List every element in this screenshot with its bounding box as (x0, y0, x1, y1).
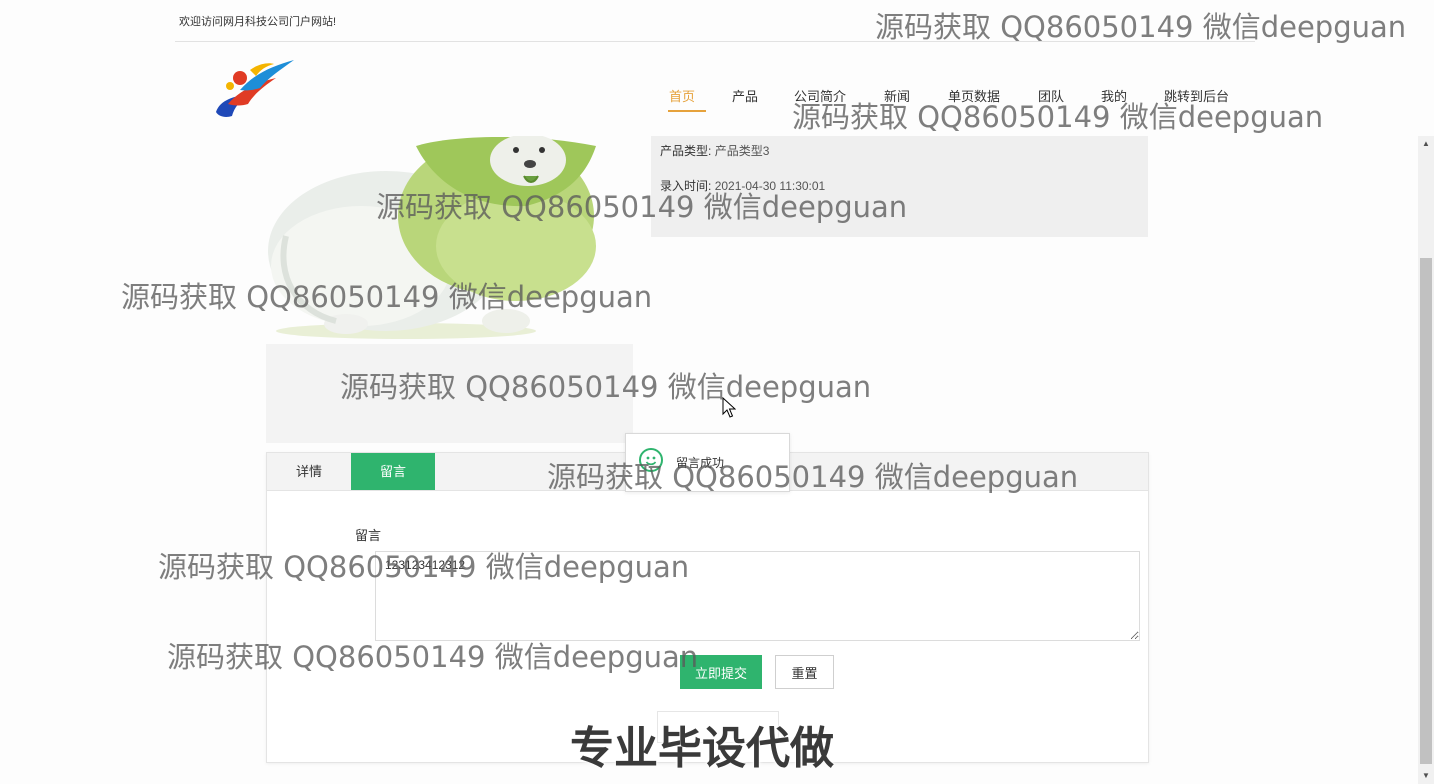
entry-time-row: 录入时间: 2021-04-30 11:30:01 (660, 177, 825, 194)
nav-products[interactable]: 产品 (732, 86, 758, 105)
success-toast: 留言成功 (625, 433, 790, 492)
message-label: 留言 (355, 528, 382, 543)
video-caption: 专业毕设代做 (570, 723, 834, 774)
image-thumbnail-strip (266, 344, 633, 443)
vertical-scrollbar[interactable]: ▲ ▼ (1418, 136, 1434, 784)
mouse-cursor-icon (722, 397, 736, 418)
product-image (268, 136, 596, 339)
product-info: 产品类型: 产品类型3 录入时间: 2021-04-30 11:30:01 (651, 136, 1148, 237)
company-logo[interactable] (210, 56, 296, 122)
nav-single-page[interactable]: 单页数据 (948, 86, 1000, 105)
nav-admin[interactable]: 跳转到后台 (1164, 86, 1229, 105)
scroll-up-arrow-icon[interactable]: ▲ (1418, 136, 1434, 152)
submit-button[interactable]: 立即提交 (680, 655, 762, 689)
entry-time-label: 录入时间: (660, 179, 712, 193)
nav-home[interactable]: 首页 (669, 86, 695, 105)
nav-team[interactable]: 团队 (1038, 86, 1064, 105)
product-type-row: 产品类型: 产品类型3 (660, 142, 769, 159)
entry-time-value: 2021-04-30 11:30:01 (714, 179, 826, 193)
welcome-text: 欢迎访问网月科技公司门户网站! (179, 16, 337, 28)
reset-button[interactable]: 重置 (775, 655, 834, 689)
tab-details[interactable]: 详情 (267, 453, 351, 490)
nav-mine[interactable]: 我的 (1101, 86, 1127, 105)
message-textarea[interactable]: 123123412312 (375, 551, 1140, 641)
product-type-label: 产品类型: (660, 144, 712, 158)
scrollbar-thumb[interactable] (1420, 258, 1432, 764)
nav-news[interactable]: 新闻 (884, 86, 910, 105)
scroll-down-arrow-icon[interactable]: ▼ (1418, 768, 1434, 784)
success-smile-icon (639, 448, 663, 472)
top-bar: 欢迎访问网月科技公司门户网站! (175, 0, 1255, 42)
product-type-value: 产品类型3 (714, 144, 770, 158)
nav-company-intro[interactable]: 公司简介 (794, 86, 846, 105)
toast-text: 留言成功 (676, 456, 725, 470)
tab-message[interactable]: 留言 (351, 453, 435, 490)
nav-active-underline (668, 110, 706, 112)
